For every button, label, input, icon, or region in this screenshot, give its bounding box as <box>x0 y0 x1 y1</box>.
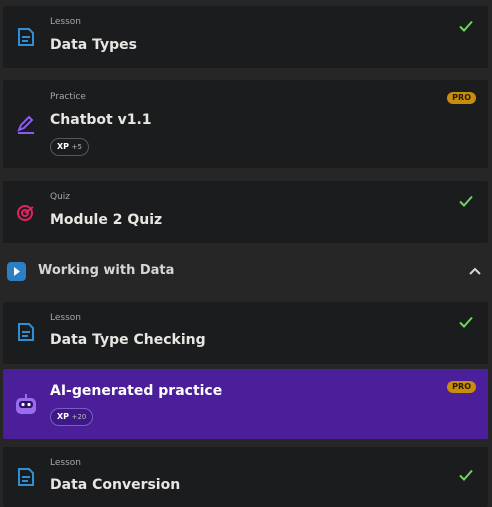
document-icon <box>18 323 34 341</box>
lesson-card-data-types[interactable]: Lesson Data Types <box>3 6 488 68</box>
pro-badge: PRO <box>447 381 476 393</box>
item-title: Module 2 Quiz <box>50 212 163 228</box>
item-title: Data Types <box>50 37 137 53</box>
practice-card-chatbot[interactable]: Practice Chatbot v1.1 PRO XP +5 <box>3 80 488 168</box>
lesson-card-data-type-checking[interactable]: Lesson Data Type Checking <box>3 302 488 364</box>
item-title: Data Type Checking <box>50 332 206 348</box>
xp-badge: XP +20 <box>50 408 94 426</box>
xp-value: +5 <box>71 143 82 151</box>
checkmark-icon <box>459 20 473 32</box>
checkmark-icon <box>459 316 473 328</box>
play-icon <box>7 262 26 281</box>
item-kind: Lesson <box>50 458 81 468</box>
item-kind: Practice <box>50 92 86 102</box>
document-icon <box>18 28 34 46</box>
pro-badge: PRO <box>447 92 476 104</box>
chevron-up-icon[interactable] <box>468 264 482 278</box>
xp-label: XP <box>57 412 70 421</box>
ai-practice-card[interactable]: AI-generated practice PRO XP +20 <box>3 369 488 439</box>
robot-icon <box>16 394 36 414</box>
item-title: Chatbot v1.1 <box>50 112 152 128</box>
section-header[interactable]: Working with Data <box>0 250 492 294</box>
document-icon <box>18 468 34 486</box>
pencil-icon <box>17 115 34 134</box>
item-title: Data Conversion <box>50 477 181 493</box>
item-title: AI-generated practice <box>50 383 223 399</box>
xp-label: XP <box>57 142 70 151</box>
quiz-card-module-2[interactable]: Quiz Module 2 Quiz <box>3 181 488 243</box>
target-icon <box>17 205 34 221</box>
item-kind: Lesson <box>50 313 81 323</box>
section-title: Working with Data <box>38 263 175 278</box>
checkmark-icon <box>459 195 473 207</box>
checkmark-icon <box>459 469 473 481</box>
item-kind: Lesson <box>50 17 81 27</box>
item-kind: Quiz <box>50 192 71 202</box>
xp-badge: XP +5 <box>50 138 89 156</box>
xp-value: +20 <box>71 413 87 421</box>
lesson-card-data-conversion[interactable]: Lesson Data Conversion <box>3 447 488 507</box>
